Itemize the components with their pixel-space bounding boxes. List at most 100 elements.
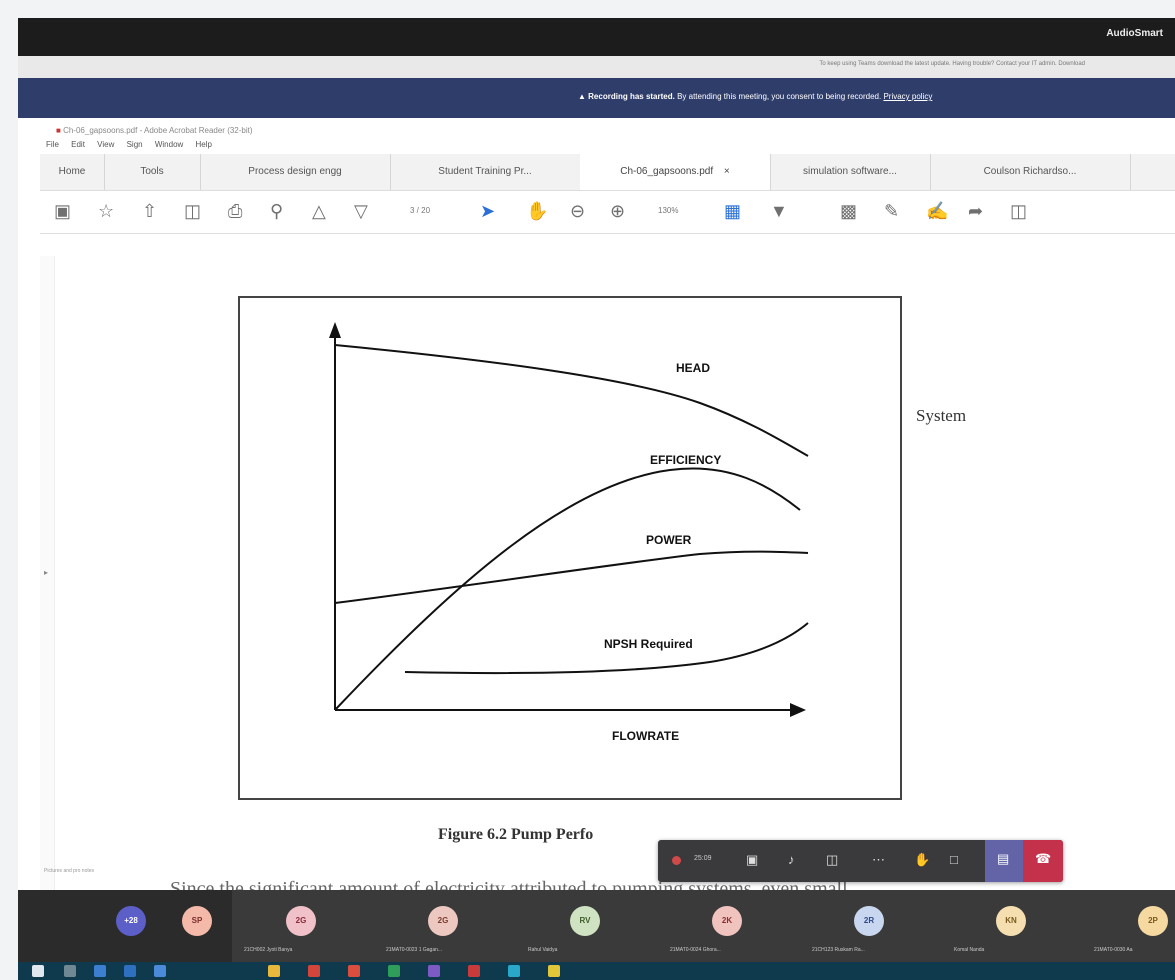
participant-tile[interactable]: 2K 21MAT0-0024 Ghora... <box>658 890 801 962</box>
share-icon[interactable]: ➦ <box>968 201 983 222</box>
find-icon[interactable]: ⚲ <box>270 201 283 222</box>
figure-caption: Figure 6.2 Pump Perfo <box>438 826 594 843</box>
hand-tool-icon[interactable]: ✋ <box>526 201 548 222</box>
bookmark-star-icon[interactable]: ☆ <box>98 201 114 222</box>
participant-name: 21CH002 Jyoti Banya <box>244 947 293 953</box>
camera-icon[interactable]: ▣ <box>746 852 758 868</box>
participant-name: 21MAT0-0023 1 Gagan... <box>386 947 443 953</box>
share-screen-icon: ▤ <box>997 851 1010 866</box>
menu-edit[interactable]: Edit <box>71 140 85 149</box>
label-flowrate: FLOWRATE <box>612 729 679 743</box>
start-icon[interactable] <box>32 965 44 977</box>
onenote-icon[interactable] <box>428 965 440 977</box>
save-icon[interactable]: ▣ <box>54 201 71 222</box>
search-icon[interactable] <box>64 965 76 977</box>
menu-file[interactable]: File <box>46 140 59 149</box>
mic-muted-icon[interactable]: ♪ <box>788 852 795 867</box>
more-actions-icon[interactable]: ⋯ <box>872 852 885 868</box>
hang-up-button[interactable]: ☎ <box>1023 840 1063 882</box>
page-down-icon[interactable]: ▽ <box>354 201 368 222</box>
file-explorer-icon[interactable] <box>268 965 280 977</box>
zoom-out-icon[interactable]: ⊖ <box>570 201 585 222</box>
edge-icon[interactable] <box>124 965 136 977</box>
avatar: SP <box>182 906 212 936</box>
excel-icon[interactable] <box>388 965 400 977</box>
fit-page-icon[interactable]: ▦ <box>724 201 741 222</box>
participant-tile[interactable]: KN Komal Nanda <box>942 890 1085 962</box>
tab-tools[interactable]: Tools <box>104 154 201 190</box>
menu-bar: File Edit View Sign Window Help <box>40 140 1175 154</box>
tab-process-design[interactable]: Process design engg <box>200 154 391 190</box>
notes-icon[interactable] <box>548 965 560 977</box>
powerpoint-icon[interactable] <box>468 965 480 977</box>
acrobat-taskbar-icon[interactable] <box>348 965 360 977</box>
task-view-icon[interactable] <box>94 965 106 977</box>
comment-icon[interactable]: ▩ <box>840 201 857 222</box>
highlight-pen-icon[interactable]: ✎ <box>884 201 899 222</box>
acrobat-toolbar: ▣ ☆ ⇧ ◫ ⎙ ⚲ △ ▽ 3 / 20 ➤ ✋ ⊖ ⊕ 130% ▦ ▼ … <box>40 191 1175 234</box>
participant-tile[interactable]: SP <box>168 890 232 962</box>
teams-taskbar-icon[interactable] <box>154 965 166 977</box>
recording-dot-icon <box>672 856 681 865</box>
tab-simulation[interactable]: simulation software... <box>770 154 931 190</box>
participant-tile[interactable]: 2R 21CH123 Ruskam Ra... <box>800 890 943 962</box>
left-nav-pane[interactable]: ▸ <box>40 256 55 918</box>
zoom-in-icon[interactable]: ⊕ <box>610 201 625 222</box>
chrome-icon[interactable] <box>308 965 320 977</box>
recording-message: ▲ Recording has started. By attending th… <box>578 92 932 101</box>
tab-bar: Home Tools Process design engg Student T… <box>40 154 1175 191</box>
participant-tile[interactable]: 2G 21CH002 Jyoti Banya <box>232 890 375 962</box>
tab-home[interactable]: Home <box>40 154 105 190</box>
raise-hand-icon[interactable]: ✋ <box>914 852 930 868</box>
chat-icon[interactable]: □ <box>950 852 958 867</box>
upload-icon[interactable]: ⇧ <box>142 201 157 222</box>
y-axis-arrow <box>329 322 341 338</box>
app-icon[interactable] <box>508 965 520 977</box>
share-tray-icon[interactable]: ◫ <box>826 852 838 868</box>
x-axis-arrow <box>790 703 806 717</box>
acrobat-icon: ■ <box>56 126 61 135</box>
tab-ch06-pdf[interactable]: Ch-06_gapsoons.pdf × <box>580 154 771 190</box>
create-pdf-icon[interactable]: ◫ <box>184 201 201 222</box>
participant-strip: +28 SP 2G 21CH002 Jyoti Banya 2G 21MAT0-… <box>18 890 1175 962</box>
avatar: KN <box>996 906 1026 936</box>
select-cursor-icon[interactable]: ➤ <box>480 201 495 222</box>
menu-view[interactable]: View <box>97 140 114 149</box>
zoom-level[interactable]: 130% <box>658 206 678 215</box>
update-notice-text[interactable]: To keep using Teams download the latest … <box>819 61 1085 67</box>
credit-note: Pictures and pro notes <box>44 868 95 874</box>
page-up-icon[interactable]: △ <box>312 201 326 222</box>
document-view[interactable]: ▸ HEAD EFFICIENCY POWER NPSH Required FL… <box>40 256 1175 918</box>
scroll-mode-icon[interactable]: ▼ <box>770 201 788 222</box>
page-indicator[interactable]: 3 / 20 <box>410 206 430 215</box>
tab-coulson[interactable]: Coulson Richardso... <box>930 154 1131 190</box>
participant-tile[interactable]: RV Rahul Vaidya <box>516 890 659 962</box>
privacy-policy-link[interactable]: Privacy policy <box>883 92 932 101</box>
sign-icon[interactable]: ✍ <box>926 201 948 222</box>
label-power: POWER <box>646 533 692 547</box>
print-icon[interactable]: ⎙ <box>228 201 242 222</box>
acrobat-window: ■ Ch-06_gapsoons.pdf - Adobe Acrobat Rea… <box>40 118 1175 918</box>
tab-student-training[interactable]: Student Training Pr... <box>390 154 581 190</box>
participant-name: 21MAT0-0024 Ghora... <box>670 947 721 953</box>
efficiency-curve <box>334 467 801 711</box>
expand-pane-icon[interactable]: ▸ <box>44 568 48 577</box>
delete-icon[interactable]: ◫ <box>1010 201 1027 222</box>
menu-window[interactable]: Window <box>155 140 183 149</box>
update-notice-bar: To keep using Teams download the latest … <box>18 56 1175 79</box>
figure-drawing: HEAD EFFICIENCY POWER NPSH Required FLOW… <box>329 322 809 743</box>
more-participants[interactable]: +28 <box>108 890 168 962</box>
participant-tile[interactable]: 2G 21MAT0-0023 1 Gagan... <box>374 890 517 962</box>
avatar: 2P <box>1138 906 1168 936</box>
share-content-button[interactable]: ▤ <box>985 840 1023 882</box>
pump-performance-figure: HEAD EFFICIENCY POWER NPSH Required FLOW… <box>238 296 902 800</box>
tab-close-icon[interactable]: × <box>724 166 730 177</box>
acrobat-title-bar: ■ Ch-06_gapsoons.pdf - Adobe Acrobat Rea… <box>40 118 1175 140</box>
participant-tile[interactable]: 2P 21MAT0-0030 Aa <box>1084 890 1175 962</box>
menu-sign[interactable]: Sign <box>127 140 143 149</box>
recording-lead: Recording has started. <box>588 92 675 101</box>
head-curve <box>334 344 809 457</box>
label-efficiency: EFFICIENCY <box>650 453 721 467</box>
menu-help[interactable]: Help <box>196 140 212 149</box>
participant-name: 21CH123 Ruskam Ra... <box>812 947 865 953</box>
